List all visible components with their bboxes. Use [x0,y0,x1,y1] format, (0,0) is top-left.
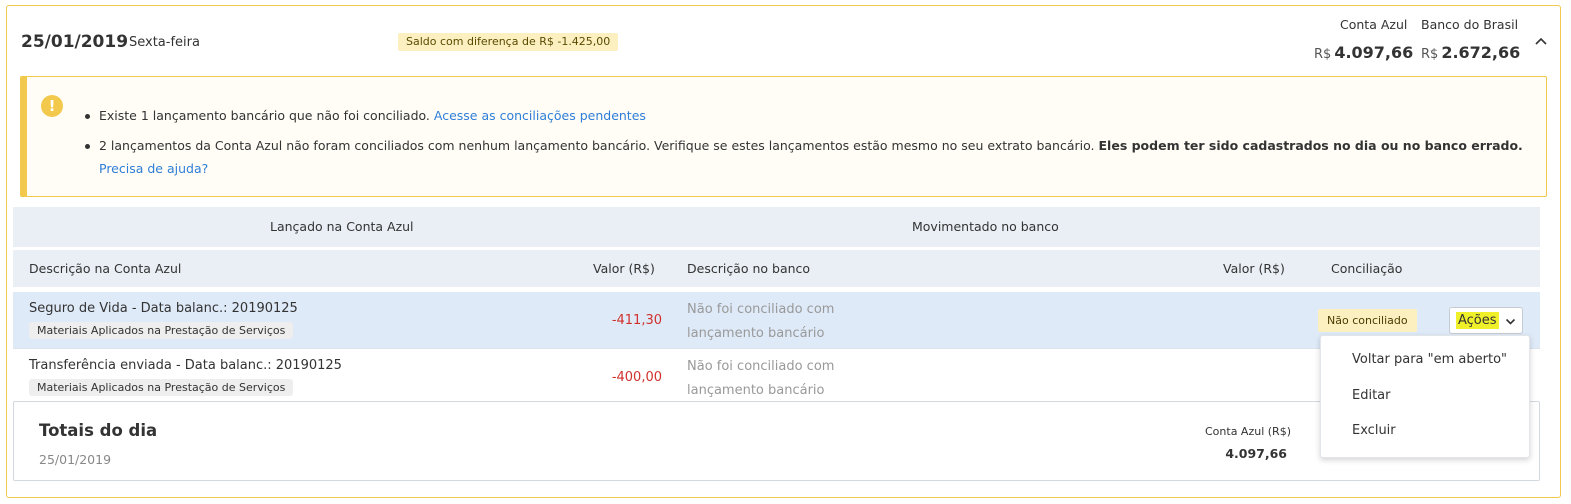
actions-dropdown-menu: Voltar para "em aberto" Editar Excluir [1320,335,1530,458]
menu-item-voltar-em-aberto[interactable]: Voltar para "em aberto" [1352,352,1507,367]
bank-description: Não foi conciliado com lançamento bancár… [687,302,835,341]
day-date: 25/01/2019 [21,32,129,52]
row-description: Transferência enviada - Data balanc.: 20… [29,358,342,373]
help-link[interactable]: Precisa de ajuda? [99,161,208,176]
menu-item-editar[interactable]: Editar [1352,388,1391,403]
col-descricao-conta-azul: Descrição na Conta Azul [29,261,182,276]
col-valor-banco: Valor (R$) [1223,261,1285,276]
category-tag: Materiais Aplicados na Prestação de Serv… [29,379,294,396]
col-conciliacao: Conciliação [1331,261,1403,276]
actions-button-label: Ações [1456,312,1499,329]
pending-reconciliations-link[interactable]: Acesse as conciliações pendentes [434,108,646,123]
totals-title: Totais do dia [39,421,158,440]
totals-conta-azul-label: Conta Azul (R$) [1205,425,1291,438]
row-description: Seguro de Vida - Data balanc.: 20190125 [29,301,298,316]
reconciliation-alert: ! Existe 1 lançamento bancário que não f… [20,76,1547,197]
table-row[interactable]: Transferência enviada - Data balanc.: 20… [13,349,1540,406]
table-column-header: Descrição na Conta Azul Valor (R$) Descr… [13,250,1540,287]
difference-badge: Saldo com diferença de R$ -1.425,00 [398,33,619,51]
alert-item-unmatched: 2 lançamentos da Conta Azul não foram co… [85,134,1523,180]
balance-value-banco-do-brasil: R$ 2.672,66 [1421,43,1521,62]
status-badge: Não conciliado [1318,309,1417,332]
balance-label-conta-azul: Conta Azul [1340,17,1408,32]
totals-conta-azul-value: 4.097,66 [1225,446,1287,461]
chevron-down-icon [1505,318,1516,325]
day-totals: Totais do dia 25/01/2019 Conta Azul (R$)… [13,401,1540,481]
actions-button[interactable]: Ações [1449,307,1523,334]
alert-list: Existe 1 lançamento bancário que não foi… [85,104,1523,180]
menu-item-excluir[interactable]: Excluir [1352,423,1396,438]
chevron-up-icon[interactable] [1534,36,1548,46]
table-row[interactable]: Seguro de Vida - Data balanc.: 20190125 … [13,292,1540,349]
col-descricao-banco: Descrição no banco [687,261,811,276]
category-tag: Materiais Aplicados na Prestação de Serv… [29,322,294,339]
alert-item-pending-bank: Existe 1 lançamento bancário que não foi… [85,104,1523,127]
exclamation-icon: ! [41,95,63,117]
balance-value-conta-azul: R$ 4.097,66 [1314,43,1414,62]
row-value: -411,30 [611,313,662,328]
group-header-conta-azul: Lançado na Conta Azul [270,219,414,234]
totals-date: 25/01/2019 [39,452,112,467]
group-header-banco: Movimentado no banco [912,219,1059,234]
col-valor-conta-azul: Valor (R$) [593,261,655,276]
bank-description: Não foi conciliado com lançamento bancár… [687,359,835,398]
table-group-header: Lançado na Conta Azul Movimentado no ban… [13,207,1540,247]
balance-label-banco-do-brasil: Banco do Brasil [1421,17,1519,32]
day-weekday: Sexta-feira [129,35,200,50]
row-value: -400,00 [611,370,662,385]
